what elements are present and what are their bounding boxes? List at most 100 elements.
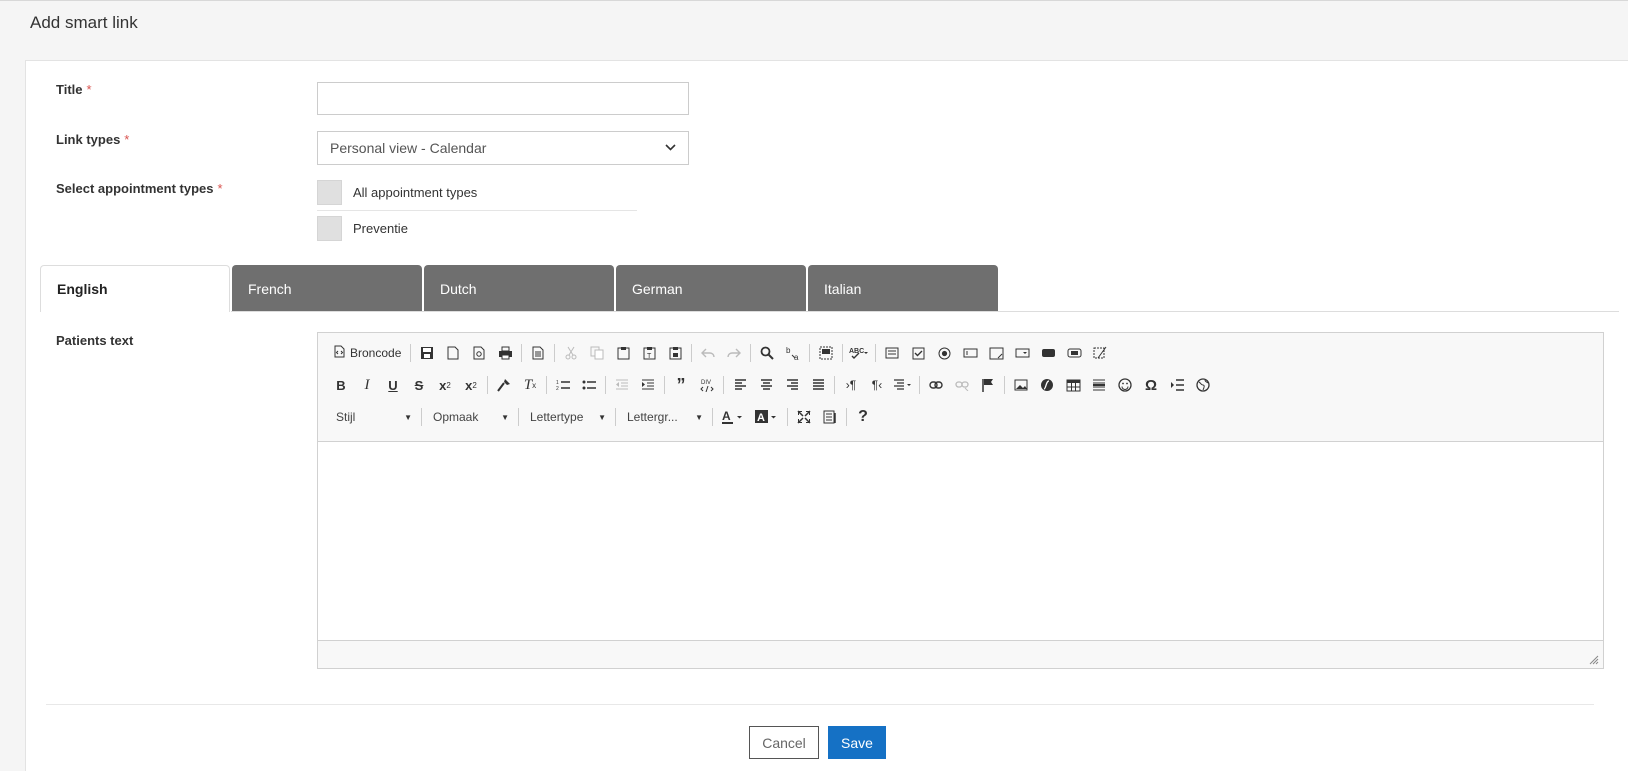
remove-format-icon[interactable]: Tx <box>517 373 543 397</box>
spellcheck-icon[interactable]: ABC <box>846 341 872 365</box>
format-combo-label: Opmaak <box>433 410 479 424</box>
italic-icon[interactable]: I <box>354 373 380 397</box>
hidden-field-icon[interactable] <box>1087 341 1113 365</box>
page-title: Add smart link <box>30 13 138 32</box>
replace-icon[interactable]: ba <box>780 341 806 365</box>
link-icon[interactable] <box>923 373 949 397</box>
strikethrough-icon[interactable]: S <box>406 373 432 397</box>
subscript-icon[interactable]: x2 <box>432 373 458 397</box>
tab-german[interactable]: German <box>616 265 806 312</box>
all-appointment-types-checkbox[interactable] <box>317 180 342 205</box>
image-icon[interactable] <box>1008 373 1034 397</box>
cancel-button[interactable]: Cancel <box>749 726 819 759</box>
toolbar-separator <box>787 408 788 426</box>
language-tabs: English French Dutch German Italian <box>40 265 1000 312</box>
text-color-icon[interactable]: A <box>716 405 750 429</box>
bulleted-list-icon[interactable] <box>576 373 602 397</box>
form-icon[interactable] <box>879 341 905 365</box>
appointment-types-label-text: Select appointment types <box>56 181 214 196</box>
underline-icon[interactable]: U <box>380 373 406 397</box>
style-combo[interactable]: Stijl ▼ <box>328 405 418 429</box>
save-icon[interactable] <box>414 341 440 365</box>
select-all-icon[interactable] <box>813 341 839 365</box>
select-field-icon[interactable] <box>1009 341 1035 365</box>
all-appointment-types-label: All appointment types <box>353 185 478 200</box>
tab-french[interactable]: French <box>232 265 422 312</box>
appointment-option-preventie[interactable]: Preventie <box>317 211 637 246</box>
show-blocks-icon[interactable] <box>817 405 843 429</box>
preventie-checkbox[interactable] <box>317 216 342 241</box>
editor-content-area[interactable] <box>318 441 1603 641</box>
paste-icon[interactable] <box>610 341 636 365</box>
text-field-icon[interactable] <box>957 341 983 365</box>
title-input[interactable] <box>317 82 689 115</box>
align-justify-icon[interactable] <box>805 373 831 397</box>
resize-handle-icon[interactable] <box>1589 655 1599 665</box>
toolbar-separator <box>518 408 519 426</box>
table-icon[interactable] <box>1060 373 1086 397</box>
page-break-icon[interactable] <box>1164 373 1190 397</box>
font-combo[interactable]: Lettertype ▼ <box>522 405 612 429</box>
chevron-down-icon: ▼ <box>404 412 412 422</box>
text-direction-rtl-icon[interactable]: ¶‹ <box>864 373 890 397</box>
blockquote-icon[interactable]: ” <box>668 373 694 397</box>
unlink-icon[interactable] <box>949 373 975 397</box>
outdent-icon[interactable] <box>609 373 635 397</box>
smiley-icon[interactable] <box>1112 373 1138 397</box>
format-combo[interactable]: Opmaak ▼ <box>425 405 515 429</box>
toolbar-separator <box>546 376 547 394</box>
align-right-icon[interactable] <box>779 373 805 397</box>
bold-icon[interactable]: B <box>328 373 354 397</box>
flash-icon[interactable] <box>1034 373 1060 397</box>
horizontal-line-icon[interactable] <box>1086 373 1112 397</box>
print-icon[interactable] <box>492 341 518 365</box>
find-icon[interactable] <box>754 341 780 365</box>
new-page-icon[interactable] <box>440 341 466 365</box>
superscript-icon[interactable]: x2 <box>458 373 484 397</box>
copy-format-icon[interactable] <box>491 373 517 397</box>
checkbox-icon[interactable] <box>905 341 931 365</box>
link-types-select[interactable]: Personal view - Calendar <box>317 131 689 165</box>
cut-icon[interactable] <box>558 341 584 365</box>
templates-icon[interactable] <box>525 341 551 365</box>
tab-dutch[interactable]: Dutch <box>424 265 614 312</box>
button-field-icon[interactable] <box>1035 341 1061 365</box>
image-button-icon[interactable] <box>1061 341 1087 365</box>
help-icon[interactable]: ? <box>850 405 876 429</box>
indent-icon[interactable] <box>635 373 661 397</box>
redo-icon[interactable] <box>721 341 747 365</box>
source-button[interactable]: Broncode <box>328 341 407 365</box>
numbered-list-icon[interactable]: 12 <box>550 373 576 397</box>
paste-word-icon[interactable] <box>662 341 688 365</box>
save-button[interactable]: Save <box>828 726 886 759</box>
radio-icon[interactable] <box>931 341 957 365</box>
required-marker: * <box>124 132 130 147</box>
appointment-option-all[interactable]: All appointment types <box>317 175 637 210</box>
anchor-flag-icon[interactable] <box>975 373 1001 397</box>
undo-icon[interactable] <box>695 341 721 365</box>
patients-text-label: Patients text <box>56 333 134 348</box>
text-direction-ltr-icon[interactable]: ›¶ <box>838 373 864 397</box>
background-color-icon[interactable]: A <box>750 405 784 429</box>
paste-text-icon[interactable]: T <box>636 341 662 365</box>
align-left-icon[interactable] <box>727 373 753 397</box>
iframe-globe-icon[interactable] <box>1190 373 1216 397</box>
copy-icon[interactable] <box>584 341 610 365</box>
create-div-icon[interactable]: DIV <box>694 373 720 397</box>
toolbar-separator <box>605 376 606 394</box>
toolbar-separator <box>410 344 412 362</box>
textarea-icon[interactable] <box>983 341 1009 365</box>
chevron-down-icon: ▼ <box>695 412 703 422</box>
tab-italian[interactable]: Italian <box>808 265 998 312</box>
tab-english[interactable]: English <box>40 265 230 312</box>
maximize-icon[interactable] <box>791 405 817 429</box>
toolbar-separator <box>554 344 556 362</box>
language-icon[interactable] <box>890 373 916 397</box>
font-size-combo[interactable]: Lettergr... ▼ <box>619 405 709 429</box>
svg-text:2: 2 <box>556 386 559 391</box>
special-char-icon[interactable]: Ω <box>1138 373 1164 397</box>
align-center-icon[interactable] <box>753 373 779 397</box>
toolbar-separator <box>846 408 847 426</box>
preview-icon[interactable] <box>466 341 492 365</box>
title-label-text: Title <box>56 82 83 97</box>
